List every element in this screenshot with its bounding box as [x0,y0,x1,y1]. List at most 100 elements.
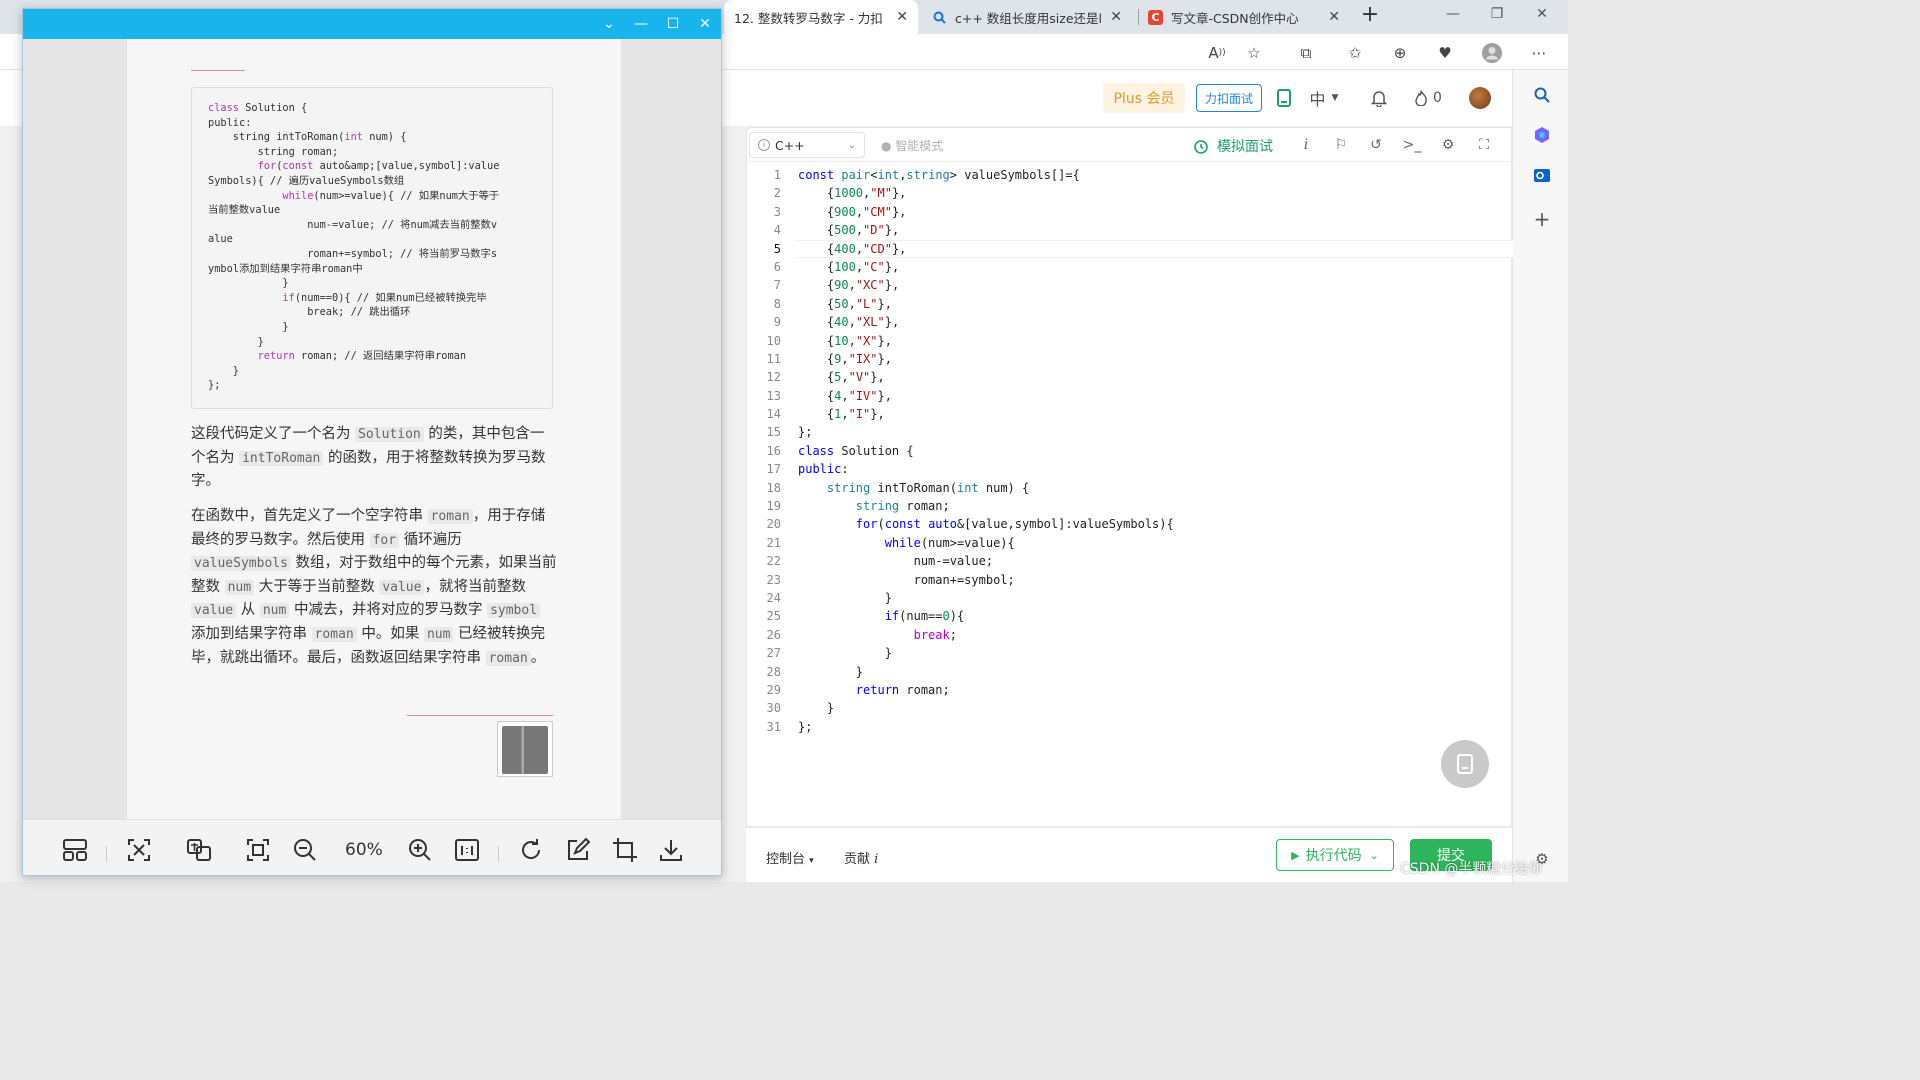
close-tab-icon[interactable]: ✕ [896,9,908,25]
run-code-button[interactable]: ▶ 执行代码 ⌄ [1276,839,1394,871]
flag-icon[interactable]: ⚐ [1331,135,1351,155]
snippet-line: if(num==0){ // 如果num已经被转换完毕 [282,291,487,304]
code-line[interactable]: 6 {100,"C"}, [747,258,1513,276]
code-editor-panel: i C++ ⌄ ● 智能模式 模拟面试 i ⚐ ↺ >_ ⚙ ⛶ 1 const … [746,127,1513,827]
code-line[interactable]: 14 {1,"I"}, [747,405,1513,423]
search-icon[interactable] [1531,84,1553,106]
code-line[interactable]: 26 break; [747,626,1513,644]
chevron-down-icon[interactable]: ⌄ [598,14,620,34]
favorite-add-icon[interactable]: ☆ [1243,42,1265,64]
code-line[interactable]: 2 {1000,"M"}, [747,184,1513,202]
close-icon[interactable]: ✕ [694,14,716,34]
info-icon[interactable]: i [1296,135,1316,155]
close-window-icon[interactable]: ✕ [1532,6,1552,22]
notes-floating-button[interactable] [1441,740,1489,788]
code-line[interactable]: 19 string roman; [747,497,1513,515]
add-sidebar-icon[interactable]: + [1531,207,1553,231]
outlook-icon[interactable] [1531,164,1553,186]
minimize-icon[interactable]: — [630,14,652,34]
reset-icon[interactable]: ↺ [1366,135,1386,155]
favorites-icon[interactable]: ✩ [1344,42,1366,64]
language-toggle[interactable]: 中 ▼ [1306,86,1342,110]
code-text: {90,"XC"}, [798,278,900,293]
fire-icon [1415,90,1427,106]
extensions-icon[interactable]: ⧉ [1295,42,1317,64]
terminal-icon[interactable]: >_ [1402,135,1422,155]
code-line[interactable]: 13 {4,"IV"}, [747,387,1513,405]
edit-icon[interactable] [564,836,592,864]
viewer-titlebar[interactable]: ⌄ — ☐ ✕ [23,9,721,39]
code-line[interactable]: 21 while(num>=value){ [747,534,1513,552]
language-select[interactable]: i C++ ⌄ [749,132,865,158]
profile-icon[interactable] [1481,42,1503,64]
code-line[interactable]: 23 roman+=symbol; [747,571,1513,589]
code-line[interactable]: 5 {400,"CD"}, [747,239,1513,259]
code-line[interactable]: 3 {900,"CM"}, [747,203,1513,221]
code-line[interactable]: 20 for(const auto&[value,symbol]:valueSy… [747,515,1513,533]
zoom-out-icon[interactable] [291,836,319,864]
close-tab-icon[interactable]: ✕ [1110,9,1122,25]
code-line[interactable]: 24 } [747,589,1513,607]
code-line[interactable]: 22 num-=value; [747,552,1513,570]
maximize-icon[interactable]: ☐ [662,14,684,34]
actual-size-icon[interactable] [453,836,481,864]
code-line[interactable]: 25 if(num==0){ [747,607,1513,625]
new-tab-button[interactable]: + [1358,4,1382,28]
code-line[interactable]: 12 {5,"V"}, [747,368,1513,386]
snippet-line: roman+=symbol; // 将当前罗马数字s [208,247,498,260]
ocr-extract-icon[interactable] [125,836,153,864]
csdn-icon: C [1148,9,1163,25]
code-line[interactable]: 30 } [747,699,1513,717]
browser-essentials-icon[interactable]: ♥ [1434,42,1456,64]
interview-button[interactable]: 力扣面试 [1196,84,1262,112]
zoom-in-icon[interactable] [406,836,434,864]
code-line[interactable]: 16 class Solution { [747,442,1513,460]
code-line[interactable]: 1 const pair<int,string> valueSymbols[]={ [747,166,1513,184]
code-line[interactable]: 15}; [747,423,1513,441]
tab-leetcode[interactable]: 12. 整数转罗马数字 - 力扣（ ✕ [724,0,918,34]
copilot-icon[interactable] [1531,124,1553,146]
code-line[interactable]: 28 } [747,663,1513,681]
minimize-icon[interactable]: — [1443,6,1463,22]
close-tab-icon[interactable]: ✕ [1328,9,1340,25]
code-area[interactable]: 1 const pair<int,string> valueSymbols[]={… [747,166,1513,736]
points-counter[interactable]: 0 [1410,86,1446,110]
code-line[interactable]: 31}; [747,718,1513,736]
viewer-canvas[interactable]: class Solution {public: string intToRoma… [23,39,721,819]
fit-screen-icon[interactable] [244,836,272,864]
fullscreen-icon[interactable]: ⛶ [1474,135,1494,155]
restore-icon[interactable]: ❐ [1487,6,1507,22]
console-button[interactable]: 控制台 ▾ [766,848,814,867]
code-line[interactable]: 11 {9,"IX"}, [747,350,1513,368]
collections-icon[interactable]: ⊕ [1389,42,1411,64]
translate-icon[interactable] [185,836,213,864]
tab-search[interactable]: c++ 数组长度用size还是len ✕ [922,0,1132,34]
code-line[interactable]: 18 string intToRoman(int num) { [747,479,1513,497]
code-line[interactable]: 27 } [747,644,1513,662]
avatar[interactable] [1469,87,1491,109]
more-icon[interactable]: ⋯ [1528,42,1550,64]
plus-member-button[interactable]: Plus 会员 [1103,83,1185,113]
code-line[interactable]: 10 {10,"X"}, [747,332,1513,350]
rotate-icon[interactable] [517,836,545,864]
code-line[interactable]: 9 {40,"XL"}, [747,313,1513,331]
code-line[interactable]: 17 public: [747,460,1513,478]
language-label: 中 [1309,90,1326,109]
code-line[interactable]: 29 return roman; [747,681,1513,699]
read-aloud-icon[interactable]: A)) [1206,42,1228,64]
editor-bottom-bar: 控制台 ▾ 贡献 i ▶ 执行代码 ⌄ 提交 [746,827,1512,882]
notebook-icon[interactable] [1274,86,1294,110]
settings-icon[interactable]: ⚙ [1438,135,1458,155]
code-line[interactable]: 7 {90,"XC"}, [747,276,1513,294]
crop-icon[interactable] [611,836,639,864]
bell-icon[interactable] [1368,86,1390,110]
code-text: {1,"I"}, [798,407,885,422]
contribute-button[interactable]: 贡献 i [844,848,878,867]
tab-csdn[interactable]: C 写文章-CSDN创作中心 ✕ [1138,0,1350,34]
code-line[interactable]: 4 {500,"D"}, [747,221,1513,239]
layout-icon[interactable] [61,836,89,864]
code-line[interactable]: 8 {50,"L"}, [747,295,1513,313]
mock-interview-button[interactable]: 模拟面试 [1193,136,1273,156]
smart-mode-toggle[interactable]: ● 智能模式 [881,137,943,154]
download-icon[interactable] [657,836,685,864]
